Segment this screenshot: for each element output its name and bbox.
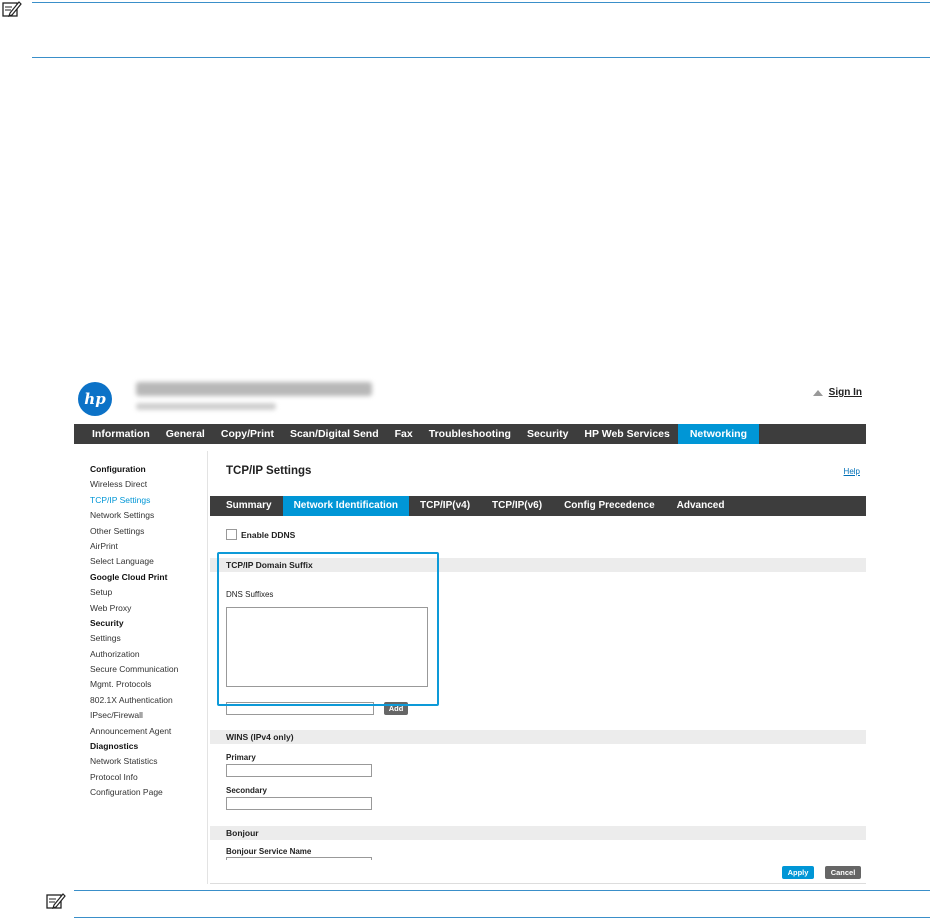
highlight-box bbox=[217, 552, 439, 706]
printer-name-blurred bbox=[136, 382, 372, 396]
tab-advanced[interactable]: Advanced bbox=[666, 496, 736, 516]
tab-general[interactable]: General bbox=[158, 424, 213, 444]
sidebar-item-8021x-authentication[interactable]: 802.1X Authentication bbox=[90, 693, 208, 708]
sign-in-label: Sign In bbox=[828, 387, 862, 398]
sidebar-item-network-statistics[interactable]: Network Statistics bbox=[90, 754, 208, 769]
note-top-rule bbox=[32, 2, 930, 3]
sidebar-item-web-proxy[interactable]: Web Proxy bbox=[90, 601, 208, 616]
sidebar-item-tcpip-settings[interactable]: TCP/IP Settings bbox=[90, 493, 208, 508]
note-bottom-rule bbox=[74, 917, 930, 918]
sidebar-item-wireless-direct[interactable]: Wireless Direct bbox=[90, 477, 208, 492]
hp-logo: hp bbox=[78, 382, 112, 416]
sidebar-item-security: Security bbox=[90, 617, 124, 628]
top-nav: Information General Copy/Print Scan/Digi… bbox=[74, 424, 866, 444]
sidebar-item-network-settings[interactable]: Network Settings bbox=[90, 508, 208, 523]
apply-button[interactable]: Apply bbox=[782, 866, 814, 879]
wins-header: WINS (IPv4 only) bbox=[210, 730, 866, 744]
note-icon bbox=[2, 1, 22, 17]
primary-label: Primary bbox=[226, 753, 256, 762]
secondary-label: Secondary bbox=[226, 786, 267, 795]
printer-ip-blurred bbox=[136, 403, 276, 410]
note-top-rule bbox=[74, 890, 930, 891]
sidebar-item-configuration: Configuration bbox=[90, 464, 146, 474]
help-link[interactable]: Help bbox=[844, 467, 860, 476]
sidebar-item-select-language[interactable]: Select Language bbox=[90, 554, 208, 569]
sidebar-item-protocol-info[interactable]: Protocol Info bbox=[90, 770, 208, 785]
tab-config-precedence[interactable]: Config Precedence bbox=[553, 496, 666, 516]
sign-in-link[interactable]: Sign In bbox=[812, 387, 862, 398]
tab-tcpip-v4[interactable]: TCP/IP(v4) bbox=[409, 496, 481, 516]
enable-ddns-checkbox[interactable] bbox=[226, 529, 237, 540]
sidebar-item-diagnostics: Diagnostics bbox=[90, 741, 139, 752]
sidebar-item-ipsec-firewall[interactable]: IPsec/Firewall bbox=[90, 708, 208, 723]
tab-summary[interactable]: Summary bbox=[210, 496, 283, 516]
tab-security[interactable]: Security bbox=[519, 424, 576, 444]
sidebar-item-settings[interactable]: Settings bbox=[90, 631, 208, 646]
bonjour-header: Bonjour bbox=[210, 826, 866, 840]
primary-wins-input[interactable] bbox=[226, 764, 372, 777]
tab-hp-web-services[interactable]: HP Web Services bbox=[576, 424, 677, 444]
tab-fax[interactable]: Fax bbox=[387, 424, 421, 444]
ews-bottom-rule bbox=[210, 883, 866, 884]
ews-screenshot: hp Sign In Information General Copy/Prin… bbox=[74, 372, 866, 884]
sidebar-divider bbox=[207, 451, 208, 884]
tab-troubleshooting[interactable]: Troubleshooting bbox=[421, 424, 519, 444]
sidebar-item-setup[interactable]: Setup bbox=[90, 585, 208, 600]
note-bottom-rule bbox=[32, 57, 930, 58]
sub-nav: Summary Network Identification TCP/IP(v4… bbox=[210, 496, 866, 516]
sidebar-item-secure-communication[interactable]: Secure Communication bbox=[90, 662, 208, 677]
sidebar-item-authorization[interactable]: Authorization bbox=[90, 647, 208, 662]
bonjour-service-label: Bonjour Service Name bbox=[226, 847, 312, 856]
note-icon bbox=[46, 893, 66, 909]
enable-ddns-row: Enable DDNS bbox=[226, 529, 295, 540]
sidebar-item-announcement-agent[interactable]: Announcement Agent bbox=[90, 724, 208, 739]
page-title: TCP/IP Settings bbox=[226, 465, 312, 477]
bonjour-service-input[interactable] bbox=[226, 857, 372, 860]
sidebar: Configuration Wireless Direct TCP/IP Set… bbox=[90, 462, 208, 801]
tab-network-identification[interactable]: Network Identification bbox=[282, 496, 410, 516]
tab-tcpip-v6[interactable]: TCP/IP(v6) bbox=[481, 496, 553, 516]
secondary-wins-input[interactable] bbox=[226, 797, 372, 810]
tab-copy-print[interactable]: Copy/Print bbox=[213, 424, 282, 444]
sidebar-item-google-cloud-print: Google Cloud Print bbox=[90, 571, 168, 582]
home-icon bbox=[812, 389, 823, 396]
cancel-button[interactable]: Cancel bbox=[825, 866, 861, 879]
sidebar-item-mgmt-protocols[interactable]: Mgmt. Protocols bbox=[90, 677, 208, 692]
sidebar-item-other-settings[interactable]: Other Settings bbox=[90, 524, 208, 539]
tab-networking[interactable]: Networking bbox=[677, 424, 760, 444]
enable-ddns-label: Enable DDNS bbox=[241, 529, 296, 540]
tab-scan-digital-send[interactable]: Scan/Digital Send bbox=[282, 424, 387, 444]
sidebar-item-configuration-page[interactable]: Configuration Page bbox=[90, 785, 208, 800]
tab-information[interactable]: Information bbox=[74, 424, 158, 444]
sidebar-item-airprint[interactable]: AirPrint bbox=[90, 539, 208, 554]
